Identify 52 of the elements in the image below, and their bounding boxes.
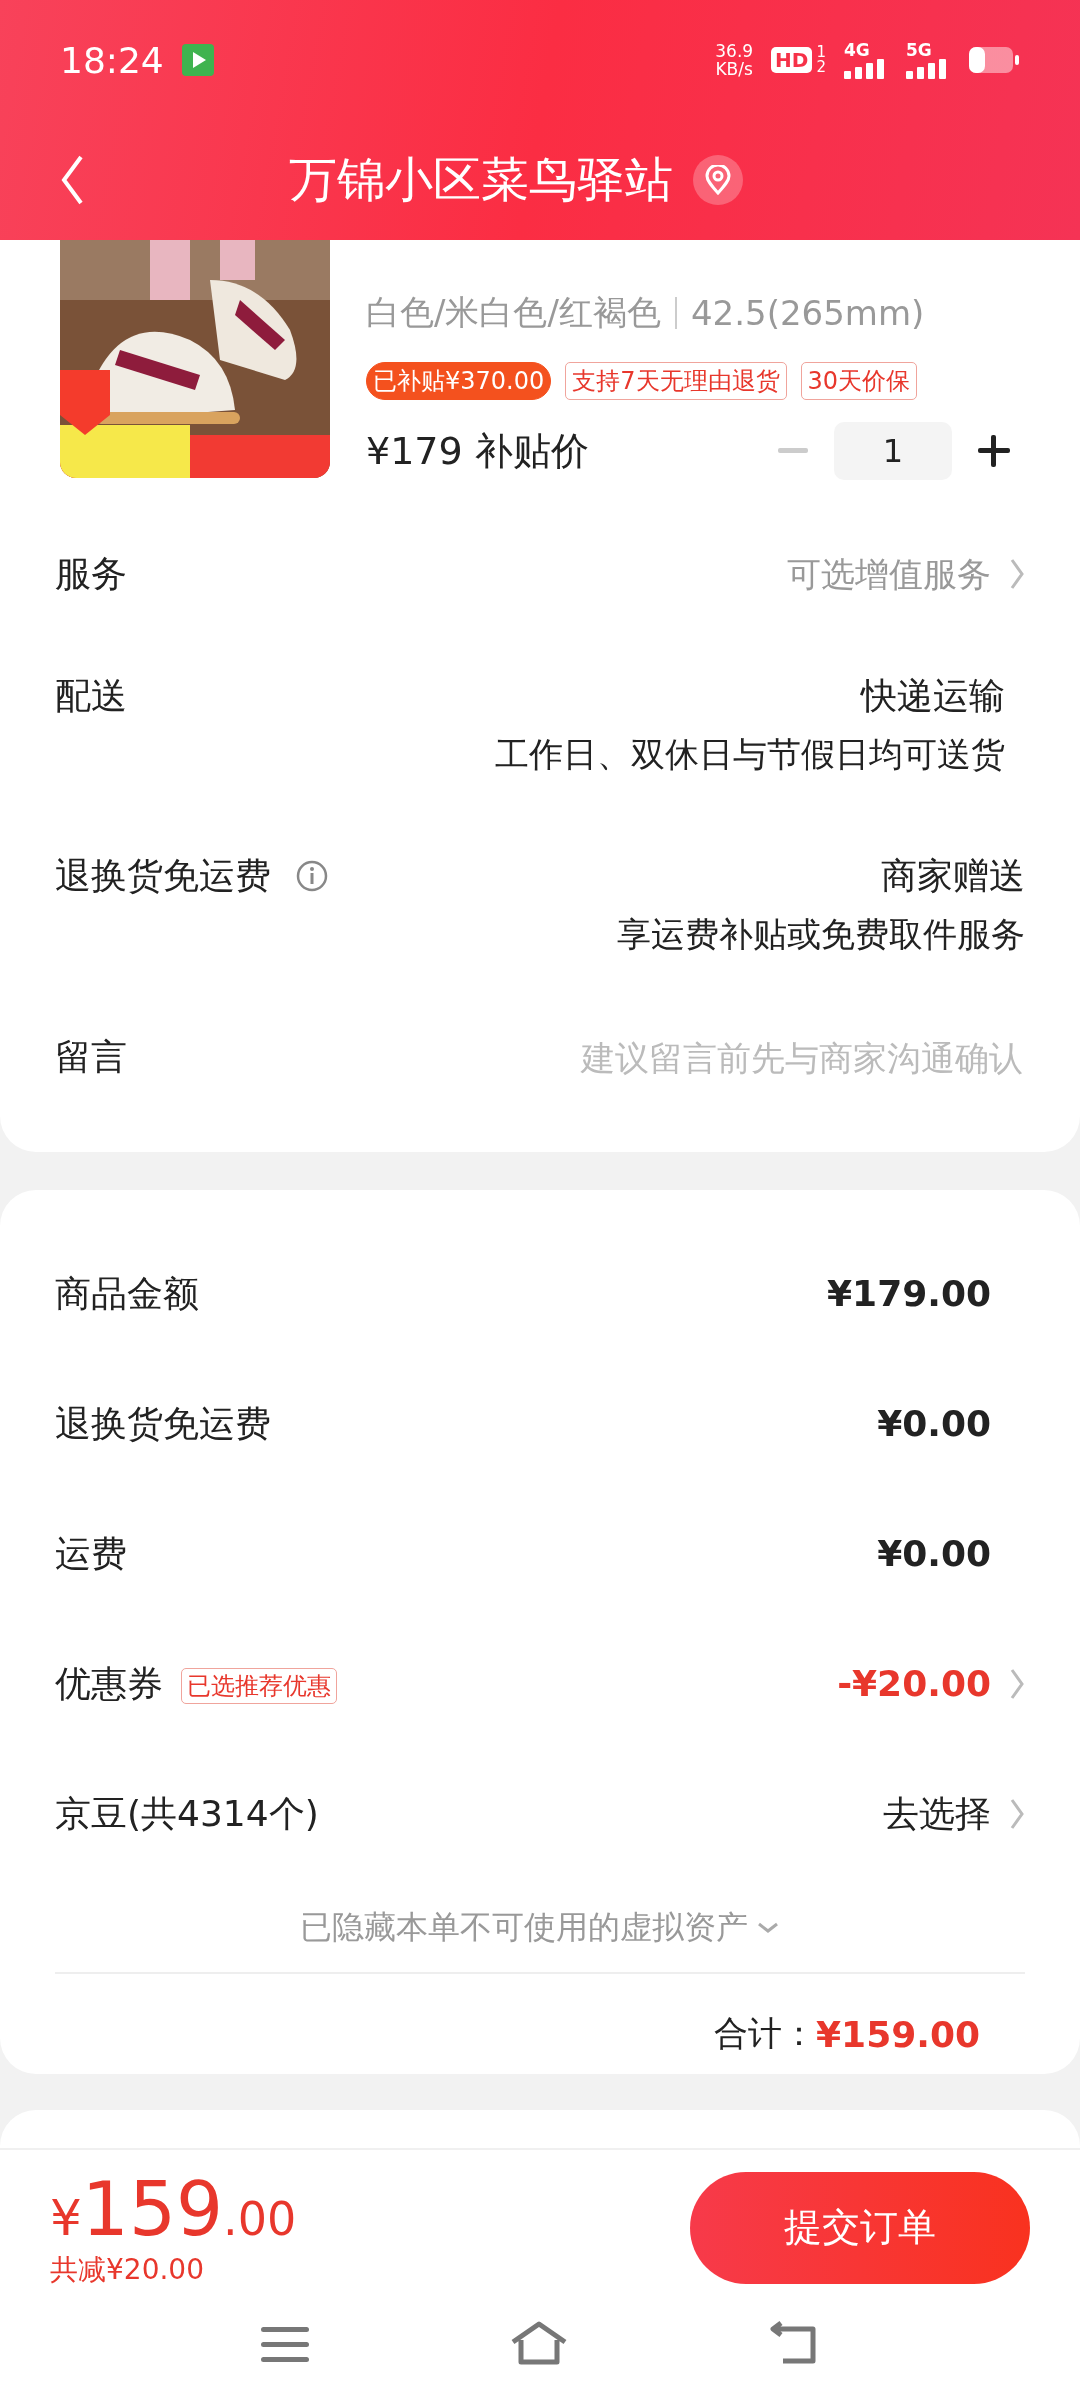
select-link[interactable]: 去选择: [883, 1788, 991, 1840]
row-label: 服务: [55, 552, 127, 596]
product-color: 白色/米白色/红褐色: [366, 291, 661, 334]
service-tag: 支持7天无理由退货: [565, 362, 787, 400]
coupon-tag: 已选推荐优惠: [181, 1668, 337, 1704]
plus-icon[interactable]: [978, 435, 1010, 467]
row-label: 优惠券: [55, 1662, 163, 1706]
network-type: 5G: [906, 41, 932, 59]
total-label: 合计：: [714, 2012, 817, 2055]
info-icon[interactable]: [295, 859, 329, 893]
hd-badge: HD: [771, 47, 813, 73]
subsidy-badge: 已补贴¥370.00: [366, 362, 552, 400]
amount-value: ¥179.00: [827, 1272, 991, 1316]
product-price: ¥179 补贴价: [366, 427, 589, 475]
amount-value[interactable]: -¥20.00: [837, 1658, 991, 1710]
row-label: 运费: [55, 1532, 127, 1576]
pay-amount: ¥159.00: [50, 2166, 297, 2251]
service-link[interactable]: 可选增值服务: [787, 548, 991, 600]
row-label: 退换货免运费: [55, 854, 271, 898]
app-icon: [181, 44, 214, 76]
chevron-right-icon: [1009, 557, 1025, 591]
saving-text: 共减¥20.00: [50, 2251, 205, 2288]
service-tag: 30天价保: [800, 362, 918, 400]
back-icon[interactable]: [60, 154, 84, 206]
total-amount: ¥159.00: [816, 2013, 980, 2055]
sim-indicator: 1 2: [816, 45, 826, 75]
back-nav-icon[interactable]: [769, 2320, 819, 2365]
row-subvalue: 享运费补贴或免费取件服务: [617, 913, 1025, 956]
row-label: 京豆(共4314个): [55, 1792, 319, 1836]
amount-value: ¥0.00: [877, 1532, 991, 1576]
network-speed: 36.9 KB/s: [715, 42, 754, 78]
page-title: 万锦小区菜鸟驿站: [289, 150, 673, 209]
row-label: 退换货免运费: [55, 1402, 271, 1446]
status-time: 18:24: [60, 39, 164, 81]
location-button[interactable]: [693, 155, 743, 205]
quantity-field[interactable]: 1: [834, 422, 952, 480]
row-label: 商品金额: [55, 1272, 199, 1316]
row-label: 配送: [55, 674, 127, 718]
hidden-assets-toggle[interactable]: 已隐藏本单不可使用的虚拟资产: [300, 1906, 780, 1950]
row-value: 商家赠送: [881, 854, 1025, 898]
row-subvalue: 工作日、双休日与节假日均可送货: [495, 733, 1005, 776]
submit-order-button[interactable]: 提交订单: [690, 2171, 1030, 2284]
row-value: 快递运输: [861, 674, 1005, 718]
battery-icon: [968, 46, 1020, 74]
message-field[interactable]: 建议留言前先与商家沟通确认: [465, 1031, 1025, 1085]
location-pin-icon: [704, 165, 732, 195]
home-icon[interactable]: [509, 2319, 569, 2366]
network-type: 4G: [844, 41, 870, 59]
amount-value: ¥0.00: [877, 1402, 991, 1446]
row-label: 留言: [55, 1035, 127, 1079]
product-size: 42.5(265mm): [690, 293, 925, 333]
chevron-down-icon: [756, 1921, 780, 1935]
